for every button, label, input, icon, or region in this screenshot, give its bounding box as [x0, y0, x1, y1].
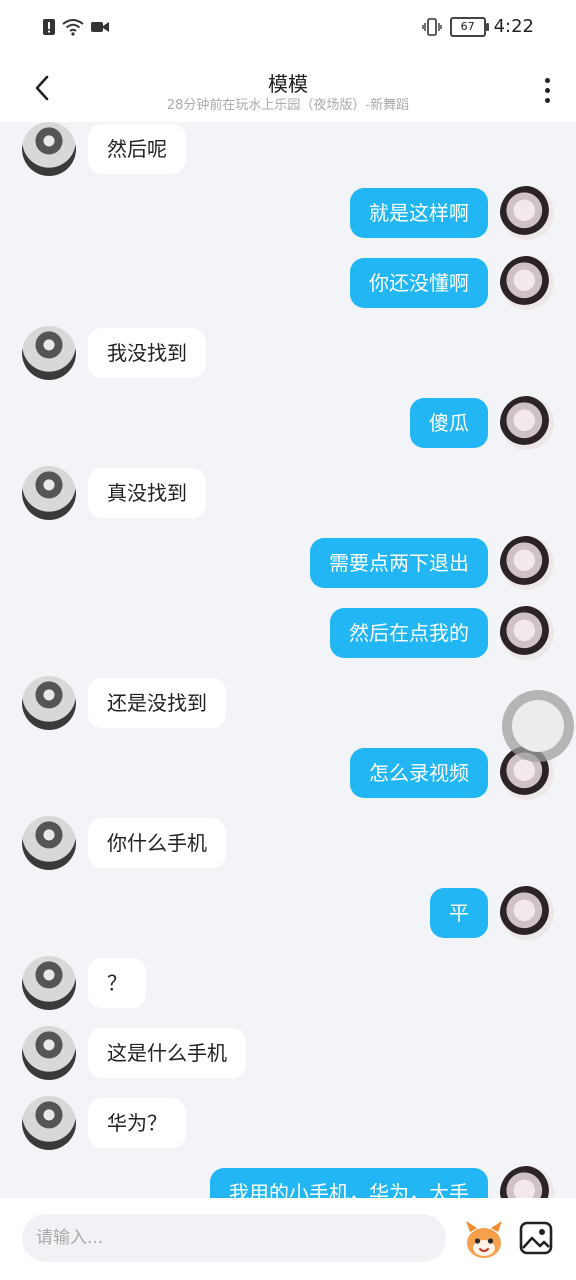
status-time: 4:22: [493, 16, 534, 37]
user-avatar[interactable]: [500, 186, 554, 240]
message-list[interactable]: 然后呢 就是这样啊 你还没懂啊 我没找到 傻瓜 真没找到 需要点两下退出 然后在…: [0, 122, 576, 1198]
contact-avatar[interactable]: [22, 1096, 76, 1150]
image-icon: [519, 1221, 553, 1255]
message-row: 然后呢: [0, 122, 576, 176]
message-bubble[interactable]: 然后在点我的: [330, 608, 488, 658]
message-row: 就是这样啊: [0, 186, 576, 240]
message-bubble[interactable]: 华为？: [88, 1098, 186, 1148]
emoji-mascot-icon: [466, 1221, 502, 1258]
more-vertical-icon: [544, 77, 550, 83]
message-row: 还是没找到: [0, 676, 576, 730]
message-bubble[interactable]: ？: [88, 958, 146, 1008]
alert-sim-icon: [43, 19, 55, 35]
message-bubble[interactable]: 怎么录视频: [350, 748, 488, 798]
message-row: 傻瓜: [0, 396, 576, 450]
battery-indicator: 67: [449, 16, 489, 37]
message-input[interactable]: [22, 1214, 446, 1262]
message-row: 平: [0, 886, 576, 940]
page-title: 模模: [268, 72, 308, 96]
message-bubble[interactable]: 你还没懂啊: [350, 258, 488, 308]
message-row: 这是什么手机: [0, 1026, 576, 1080]
user-avatar[interactable]: [500, 536, 554, 590]
message-bubble[interactable]: 然后呢: [88, 124, 186, 174]
message-row: 我用的小手机，华为，大手: [0, 1166, 576, 1198]
message-row: 真没找到: [0, 466, 576, 520]
message-row: 怎么录视频: [0, 746, 576, 800]
status-icons-right: 67 4:22: [421, 16, 534, 37]
message-row: 你什么手机: [0, 816, 576, 870]
chat-header: 模模 28分钟前在玩水上乐园（夜场版）-新舞蹈: [0, 56, 576, 122]
user-avatar[interactable]: [500, 1166, 554, 1198]
message-bubble[interactable]: 需要点两下退出: [310, 538, 488, 588]
message-bubble[interactable]: 还是没找到: [88, 678, 226, 728]
contact-avatar[interactable]: [22, 122, 76, 176]
message-row: 然后在点我的: [0, 606, 576, 660]
message-row: 需要点两下退出: [0, 536, 576, 590]
message-bubble[interactable]: 你什么手机: [88, 818, 226, 868]
contact-avatar[interactable]: [22, 676, 76, 730]
user-avatar[interactable]: [500, 396, 554, 450]
message-row: 你还没懂啊: [0, 256, 576, 310]
contact-avatar[interactable]: [22, 326, 76, 380]
message-bubble[interactable]: 我用的小手机，华为，大手: [210, 1168, 488, 1198]
vibrate-icon: [421, 17, 442, 36]
message-bubble[interactable]: 平: [430, 888, 488, 938]
more-options-button[interactable]: [536, 70, 558, 110]
user-avatar[interactable]: [500, 256, 554, 310]
emoji-button[interactable]: [462, 1218, 506, 1262]
message-bubble[interactable]: 这是什么手机: [88, 1028, 246, 1078]
message-bubble[interactable]: 傻瓜: [410, 398, 488, 448]
contact-avatar[interactable]: [22, 816, 76, 870]
page-subtitle: 28分钟前在玩水上乐园（夜场版）-新舞蹈: [166, 98, 410, 113]
video-icon: [91, 22, 109, 32]
image-button[interactable]: [518, 1220, 554, 1256]
user-avatar[interactable]: [500, 606, 554, 660]
contact-avatar[interactable]: [22, 466, 76, 520]
contact-avatar[interactable]: [22, 956, 76, 1010]
message-bubble[interactable]: 就是这样啊: [350, 188, 488, 238]
message-row: 华为？: [0, 1096, 576, 1150]
floating-assist-button[interactable]: [502, 690, 574, 762]
status-bar: 67 4:22: [0, 0, 576, 56]
contact-avatar[interactable]: [22, 1026, 76, 1080]
message-bubble[interactable]: 我没找到: [88, 328, 206, 378]
message-bubble[interactable]: 真没找到: [88, 468, 206, 518]
wifi-icon: [62, 19, 84, 36]
status-icons-left: [42, 18, 110, 36]
input-bar: [0, 1198, 576, 1280]
message-row: 我没找到: [0, 326, 576, 380]
message-row: ？: [0, 956, 576, 1010]
user-avatar[interactable]: [500, 886, 554, 940]
